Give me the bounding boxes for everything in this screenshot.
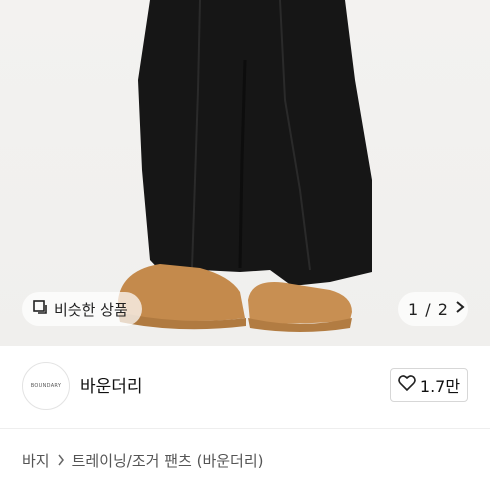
seller-logo-text: BOUNDARY	[30, 383, 62, 389]
breadcrumb: 바지 트레이닝/조거 팬츠 (바운더리)	[22, 450, 264, 471]
seller-logo[interactable]: BOUNDARY	[22, 362, 70, 410]
product-image[interactable]: 비슷한 상품 1 / 2	[0, 0, 490, 346]
seller-name[interactable]: 바운더리	[80, 372, 143, 397]
black-wide-pants	[138, 0, 372, 286]
breadcrumb-subcategory[interactable]: 트레이닝/조거 팬츠 (바운더리)	[72, 450, 264, 471]
similar-items-label: 비슷한 상품	[54, 300, 128, 319]
image-pager[interactable]: 1 / 2	[398, 292, 468, 326]
similar-items-icon	[32, 299, 48, 319]
page-indicator: 1 / 2	[408, 299, 449, 319]
right-shoe	[248, 282, 352, 324]
chevron-right-icon	[57, 452, 65, 470]
similar-items-button[interactable]: 비슷한 상품	[22, 292, 142, 326]
breadcrumb-category[interactable]: 바지	[22, 450, 50, 471]
like-count: 1.7만	[419, 377, 461, 396]
like-button[interactable]: 1.7만	[390, 368, 468, 402]
divider	[0, 428, 490, 429]
heart-icon	[398, 375, 416, 395]
chevron-right-icon[interactable]	[453, 300, 467, 318]
